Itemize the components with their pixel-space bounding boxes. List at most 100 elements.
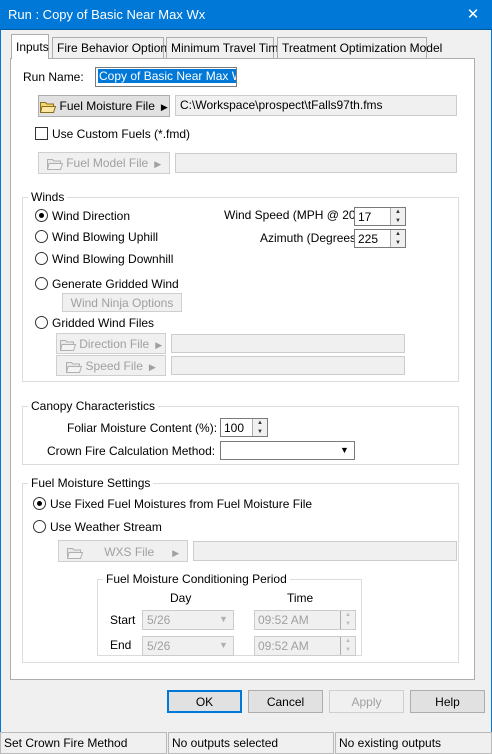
tab-inputs[interactable]: Inputs bbox=[11, 34, 49, 59]
day-header: Day bbox=[170, 591, 192, 605]
generate-gridded-wind-radio[interactable] bbox=[35, 277, 48, 290]
wxs-file-button[interactable]: WXS File ▶ bbox=[58, 540, 188, 562]
end-day-select[interactable]: 5/26 ▼ bbox=[142, 636, 234, 656]
help-button[interactable]: Help bbox=[410, 690, 485, 713]
arrow-down-icon[interactable]: ▼ bbox=[391, 239, 405, 248]
wind-downhill-label: Wind Blowing Downhill bbox=[52, 252, 174, 266]
folder-open-icon bbox=[66, 361, 83, 373]
use-fixed-moistures-radio[interactable] bbox=[33, 497, 46, 510]
arrow-up-icon[interactable]: ▲ bbox=[391, 230, 405, 239]
run-name-label: Run Name: bbox=[23, 70, 84, 84]
wind-uphill-radio[interactable] bbox=[35, 230, 48, 243]
use-weather-stream-label: Use Weather Stream bbox=[50, 520, 162, 534]
start-time-spinner[interactable]: 09:52 AM ▲ ▼ bbox=[254, 610, 356, 630]
chevron-down-icon[interactable]: ▼ bbox=[337, 443, 352, 457]
custom-fuels-label: Use Custom Fuels (*.fmd) bbox=[52, 127, 191, 141]
azimuth-spinner[interactable]: 225 ▲ ▼ bbox=[354, 229, 406, 248]
status-left: Set Crown Fire Method bbox=[0, 732, 167, 754]
spin-arrows[interactable]: ▲ ▼ bbox=[340, 637, 355, 655]
spin-arrows[interactable]: ▲ ▼ bbox=[340, 611, 355, 629]
time-header: Time bbox=[287, 591, 314, 605]
gridded-wind-files-label: Gridded Wind Files bbox=[52, 316, 155, 330]
fuel-moisture-file-button[interactable]: Fuel Moisture File ▶ bbox=[38, 95, 170, 117]
wind-speed-value: 17 bbox=[358, 210, 372, 224]
crown-fire-method-label: Crown Fire Calculation Method: bbox=[47, 444, 216, 458]
wind-downhill-radio[interactable] bbox=[35, 252, 48, 265]
start-label: Start bbox=[110, 613, 136, 627]
azimuth-label: Azimuth (Degrees): bbox=[260, 231, 364, 245]
conditioning-period-title: Fuel Moisture Conditioning Period bbox=[103, 572, 290, 586]
chevron-right-icon: ▶ bbox=[155, 340, 163, 350]
arrow-up-icon[interactable]: ▲ bbox=[253, 419, 267, 428]
speed-file-label: Speed File bbox=[85, 359, 143, 373]
azimuth-value: 225 bbox=[358, 232, 379, 246]
run-name-input[interactable]: Copy of Basic Near Max Wx bbox=[95, 67, 237, 87]
fuel-model-file-label: Fuel Model File bbox=[66, 156, 149, 170]
wind-speed-label: Wind Speed (MPH @ 20'): bbox=[224, 208, 366, 222]
run-name-value: Copy of Basic Near Max Wx bbox=[98, 69, 236, 83]
status-right: No existing outputs bbox=[335, 732, 492, 754]
status-middle: No outputs selected bbox=[168, 732, 334, 754]
folder-open-icon bbox=[40, 101, 57, 113]
wind-ninja-options-button[interactable]: Wind Ninja Options bbox=[62, 293, 182, 312]
canopy-group-title: Canopy Characteristics bbox=[28, 399, 159, 413]
gridded-wind-files-radio[interactable] bbox=[35, 316, 48, 329]
spin-arrows[interactable]: ▲ ▼ bbox=[252, 419, 267, 436]
fuel-moisture-file-path: C:\Workspace\prospect\tFalls97th.fms bbox=[175, 95, 457, 116]
arrow-down-icon[interactable]: ▼ bbox=[391, 217, 405, 226]
speed-file-button[interactable]: Speed File ▶ bbox=[56, 355, 166, 376]
tab-fire-behavior-options[interactable]: Fire Behavior Options bbox=[52, 37, 173, 58]
start-day-select[interactable]: 5/26 ▼ bbox=[142, 610, 234, 630]
arrow-up-icon[interactable]: ▲ bbox=[341, 637, 355, 646]
end-time-spinner[interactable]: 09:52 AM ▲ ▼ bbox=[254, 636, 356, 656]
chevron-down-icon[interactable]: ▼ bbox=[216, 638, 231, 652]
use-fixed-moistures-label: Use Fixed Fuel Moistures from Fuel Moist… bbox=[50, 497, 313, 511]
ok-button[interactable]: OK bbox=[167, 690, 242, 713]
cancel-button[interactable]: Cancel bbox=[248, 690, 323, 713]
chevron-right-icon: ▶ bbox=[148, 362, 156, 372]
wind-speed-spinner[interactable]: 17 ▲ ▼ bbox=[354, 207, 406, 226]
foliar-moisture-spinner[interactable]: 100 ▲ ▼ bbox=[220, 418, 268, 437]
wind-direction-radio[interactable] bbox=[35, 209, 48, 222]
custom-fuels-checkbox[interactable] bbox=[35, 127, 48, 140]
arrow-down-icon[interactable]: ▼ bbox=[341, 646, 355, 655]
apply-button[interactable]: Apply bbox=[329, 690, 404, 713]
direction-file-button[interactable]: Direction File ▶ bbox=[56, 333, 166, 354]
chevron-right-icon: ▶ bbox=[160, 102, 168, 112]
start-day-value: 5/26 bbox=[147, 613, 171, 627]
tab-minimum-travel-time[interactable]: Minimum Travel Time bbox=[166, 37, 285, 58]
use-weather-stream-radio[interactable] bbox=[33, 520, 46, 533]
crown-fire-method-select[interactable]: ▼ bbox=[220, 441, 355, 460]
wxs-file-path bbox=[193, 541, 457, 561]
arrow-down-icon[interactable]: ▼ bbox=[341, 620, 355, 629]
fuel-moisture-settings-title: Fuel Moisture Settings bbox=[28, 476, 154, 490]
folder-open-icon bbox=[59, 339, 76, 351]
winds-group-title: Winds bbox=[28, 190, 68, 204]
folder-open-icon bbox=[46, 158, 63, 170]
direction-file-label: Direction File bbox=[79, 337, 150, 351]
foliar-moisture-label: Foliar Moisture Content (%): bbox=[67, 421, 218, 435]
foliar-moisture-value: 100 bbox=[224, 421, 245, 435]
spin-arrows[interactable]: ▲ ▼ bbox=[390, 230, 405, 247]
wind-direction-label: Wind Direction bbox=[52, 209, 131, 223]
chevron-right-icon: ▶ bbox=[154, 159, 162, 169]
fuel-model-file-button[interactable]: Fuel Model File ▶ bbox=[38, 152, 170, 174]
arrow-up-icon[interactable]: ▲ bbox=[391, 208, 405, 217]
close-icon[interactable]: ✕ bbox=[462, 4, 484, 26]
direction-file-path bbox=[171, 334, 405, 353]
end-day-value: 5/26 bbox=[147, 639, 171, 653]
end-time-value: 09:52 AM bbox=[258, 639, 309, 653]
fuel-moisture-file-label: Fuel Moisture File bbox=[59, 99, 155, 113]
title-bar: Run : Copy of Basic Near Max Wx ✕ bbox=[0, 0, 492, 30]
arrow-down-icon[interactable]: ▼ bbox=[253, 428, 267, 437]
window-title: Run : Copy of Basic Near Max Wx bbox=[8, 7, 206, 22]
chevron-down-icon[interactable]: ▼ bbox=[216, 612, 231, 626]
tab-treatment-optimization-model[interactable]: Treatment Optimization Model bbox=[277, 37, 442, 58]
arrow-up-icon[interactable]: ▲ bbox=[341, 611, 355, 620]
generate-gridded-wind-label: Generate Gridded Wind bbox=[52, 277, 179, 291]
spin-arrows[interactable]: ▲ ▼ bbox=[390, 208, 405, 225]
start-time-value: 09:52 AM bbox=[258, 613, 309, 627]
wind-uphill-label: Wind Blowing Uphill bbox=[52, 230, 159, 244]
folder-open-icon bbox=[66, 547, 83, 559]
wxs-file-label: WXS File bbox=[104, 545, 155, 559]
